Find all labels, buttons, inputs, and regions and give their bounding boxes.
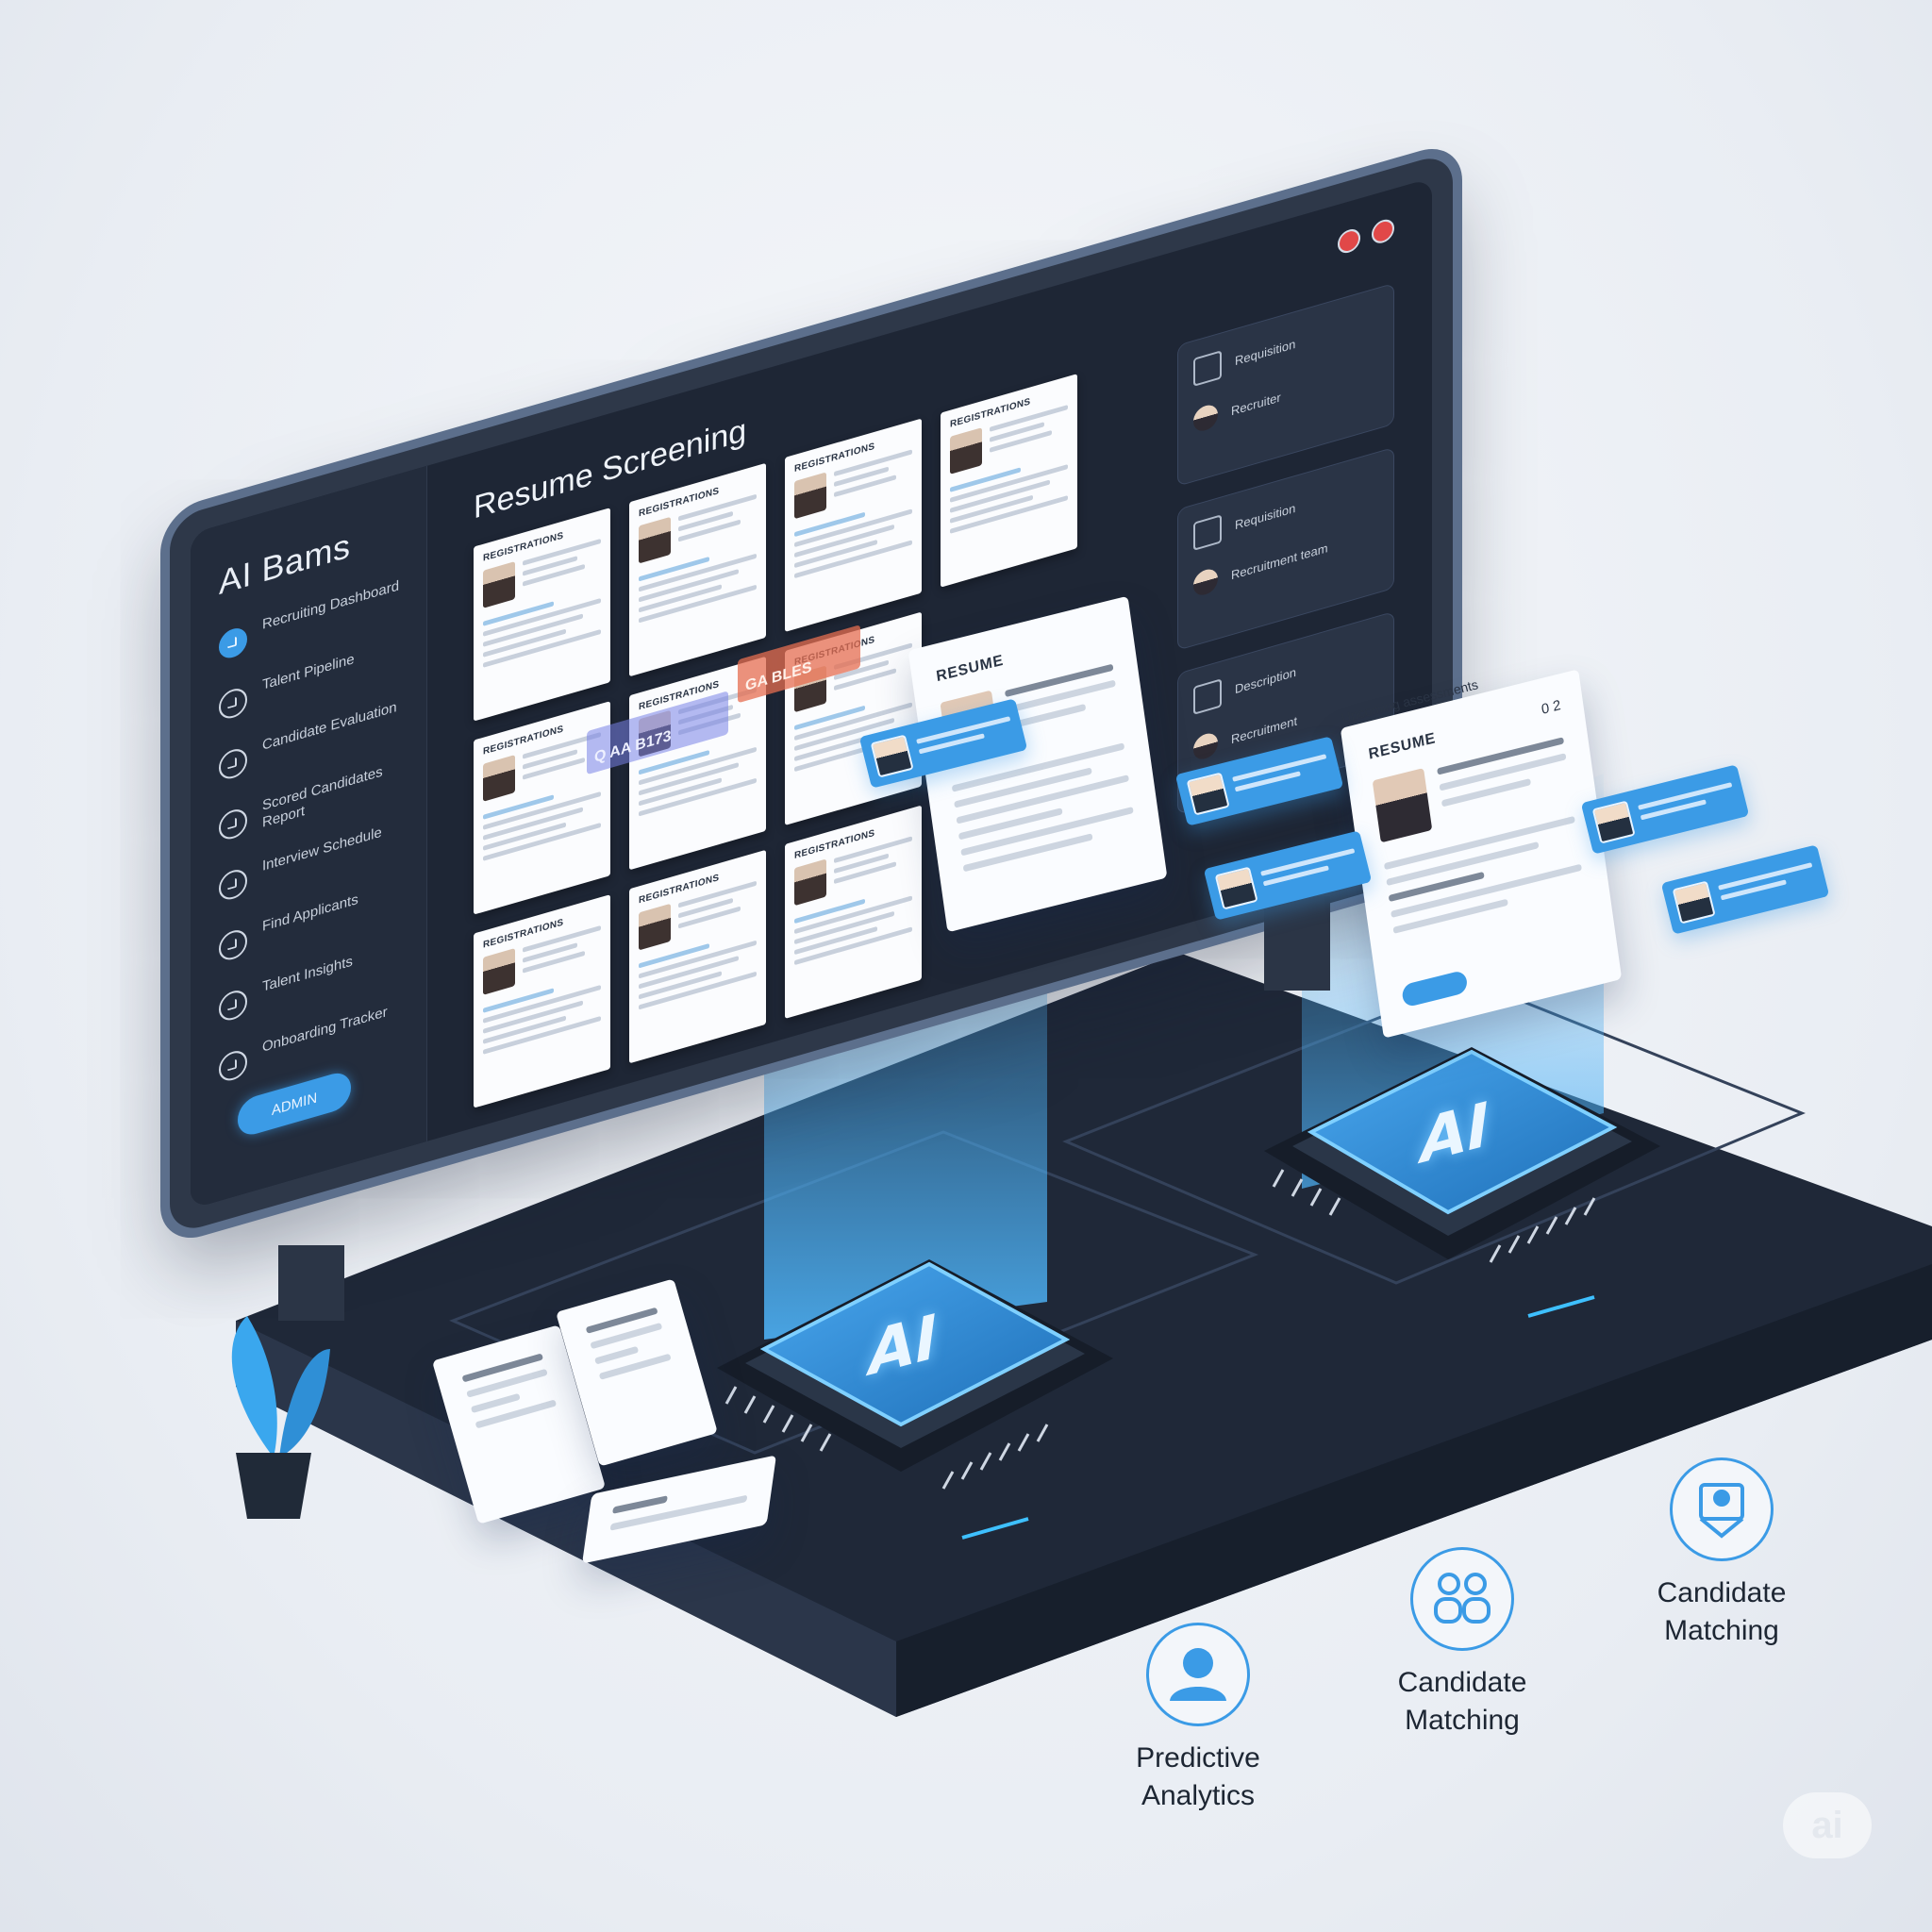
search-icon	[219, 926, 247, 964]
sheet-body	[951, 742, 1138, 881]
badge-icon	[1670, 1457, 1774, 1561]
monitor-stand-right	[1264, 896, 1330, 991]
candidate-photo	[483, 755, 515, 802]
group-icon	[1410, 1547, 1514, 1651]
pipeline-icon	[219, 685, 247, 723]
notification-dot[interactable]	[1338, 226, 1360, 257]
sidebar-item-label: Recruiting Dashboard	[262, 577, 400, 633]
feature-label: Predictive	[1136, 1742, 1260, 1774]
resume-card[interactable]: REGISTRATIONS	[474, 508, 610, 722]
feature-label: Candidate	[1657, 1577, 1787, 1608]
sheet-body	[1383, 815, 1586, 943]
candidate-photo	[794, 858, 826, 907]
chip-lines	[1260, 848, 1358, 891]
info-row-label: Description	[1235, 664, 1297, 696]
sidebar-nav: Recruiting Dashboard Talent Pipeline Can…	[219, 573, 417, 1112]
info-row-label: Recruitment team	[1231, 540, 1328, 582]
sheet-lines	[1437, 737, 1570, 816]
avatar	[1186, 772, 1230, 816]
avatar	[1193, 566, 1218, 598]
feature-label: Analytics	[1141, 1780, 1256, 1811]
floating-resume-right[interactable]: RESUME 0 2	[1340, 669, 1623, 1039]
feature-label: Candidate	[1397, 1667, 1527, 1698]
sheet-title: RESUME	[1367, 730, 1438, 763]
info-row-label: Recruiter	[1231, 389, 1281, 418]
feature-label: Matching	[1405, 1705, 1520, 1736]
chip-lines	[916, 716, 1014, 759]
candidate-photo	[1372, 768, 1433, 843]
resume-card[interactable]: REGISTRATIONS	[629, 462, 766, 677]
dashboard-icon	[219, 625, 247, 662]
resume-card[interactable]: REGISTRATIONS	[629, 849, 766, 1064]
avatar	[1193, 730, 1218, 762]
info-row-label: Recruitment	[1231, 712, 1298, 746]
review-button[interactable]	[1401, 969, 1469, 1008]
sheet-body	[608, 1478, 750, 1541]
resume-card[interactable]: REGISTRATIONS	[941, 374, 1077, 588]
avatar	[1193, 402, 1218, 434]
sidebar: AI Bams Recruiting Dashboard Talent Pipe…	[191, 465, 427, 1209]
calendar-icon	[219, 866, 247, 904]
feature-predictive-analytics[interactable]: Predictive Analytics	[1094, 1623, 1302, 1815]
document-icon	[1193, 514, 1222, 551]
plant-pot	[236, 1453, 311, 1519]
watermark-logo: ai	[1783, 1792, 1872, 1858]
feature-candidate-matching-2[interactable]: Candidate Matching	[1618, 1457, 1825, 1650]
chip-lines	[1638, 782, 1736, 825]
chip-lines	[1232, 754, 1330, 797]
resume-card[interactable]: REGISTRATIONS	[785, 418, 922, 633]
resume-card[interactable]: REGISTRATIONS	[474, 894, 610, 1108]
candidate-photo	[639, 516, 671, 564]
avatar	[870, 734, 914, 778]
info-row-label: Requisition	[1235, 500, 1296, 532]
user-icon	[1146, 1623, 1250, 1726]
sheet-title: RESUME	[935, 652, 1005, 686]
sheet-body	[461, 1353, 559, 1438]
chip-lines	[1718, 862, 1816, 906]
document-icon	[1193, 678, 1222, 715]
avatar	[1214, 866, 1258, 910]
candidate-photo	[794, 472, 826, 520]
feature-label: Matching	[1664, 1615, 1779, 1646]
document-icon	[1193, 350, 1222, 387]
feature-candidate-matching-1[interactable]: Candidate Matching	[1358, 1547, 1566, 1740]
candidate-photo	[483, 561, 515, 608]
avatar	[1591, 800, 1636, 844]
sheet-page-label: 0 2	[1540, 696, 1562, 718]
report-icon	[219, 806, 247, 843]
candidate-photo	[639, 903, 671, 951]
info-row-label: Requisition	[1235, 336, 1296, 368]
candidate-photo	[483, 948, 515, 995]
onboarding-icon	[219, 1047, 247, 1085]
window-controls	[1338, 216, 1394, 257]
sheet-body	[585, 1307, 675, 1390]
avatar	[1672, 880, 1716, 924]
insights-icon	[219, 987, 247, 1024]
alert-dot[interactable]	[1372, 216, 1394, 246]
monitor-stand-left	[278, 1245, 344, 1321]
evaluation-icon	[219, 745, 247, 783]
candidate-photo	[950, 427, 982, 475]
resume-card[interactable]: REGISTRATIONS	[785, 805, 922, 1020]
brand-title: AI Bams	[219, 525, 351, 603]
